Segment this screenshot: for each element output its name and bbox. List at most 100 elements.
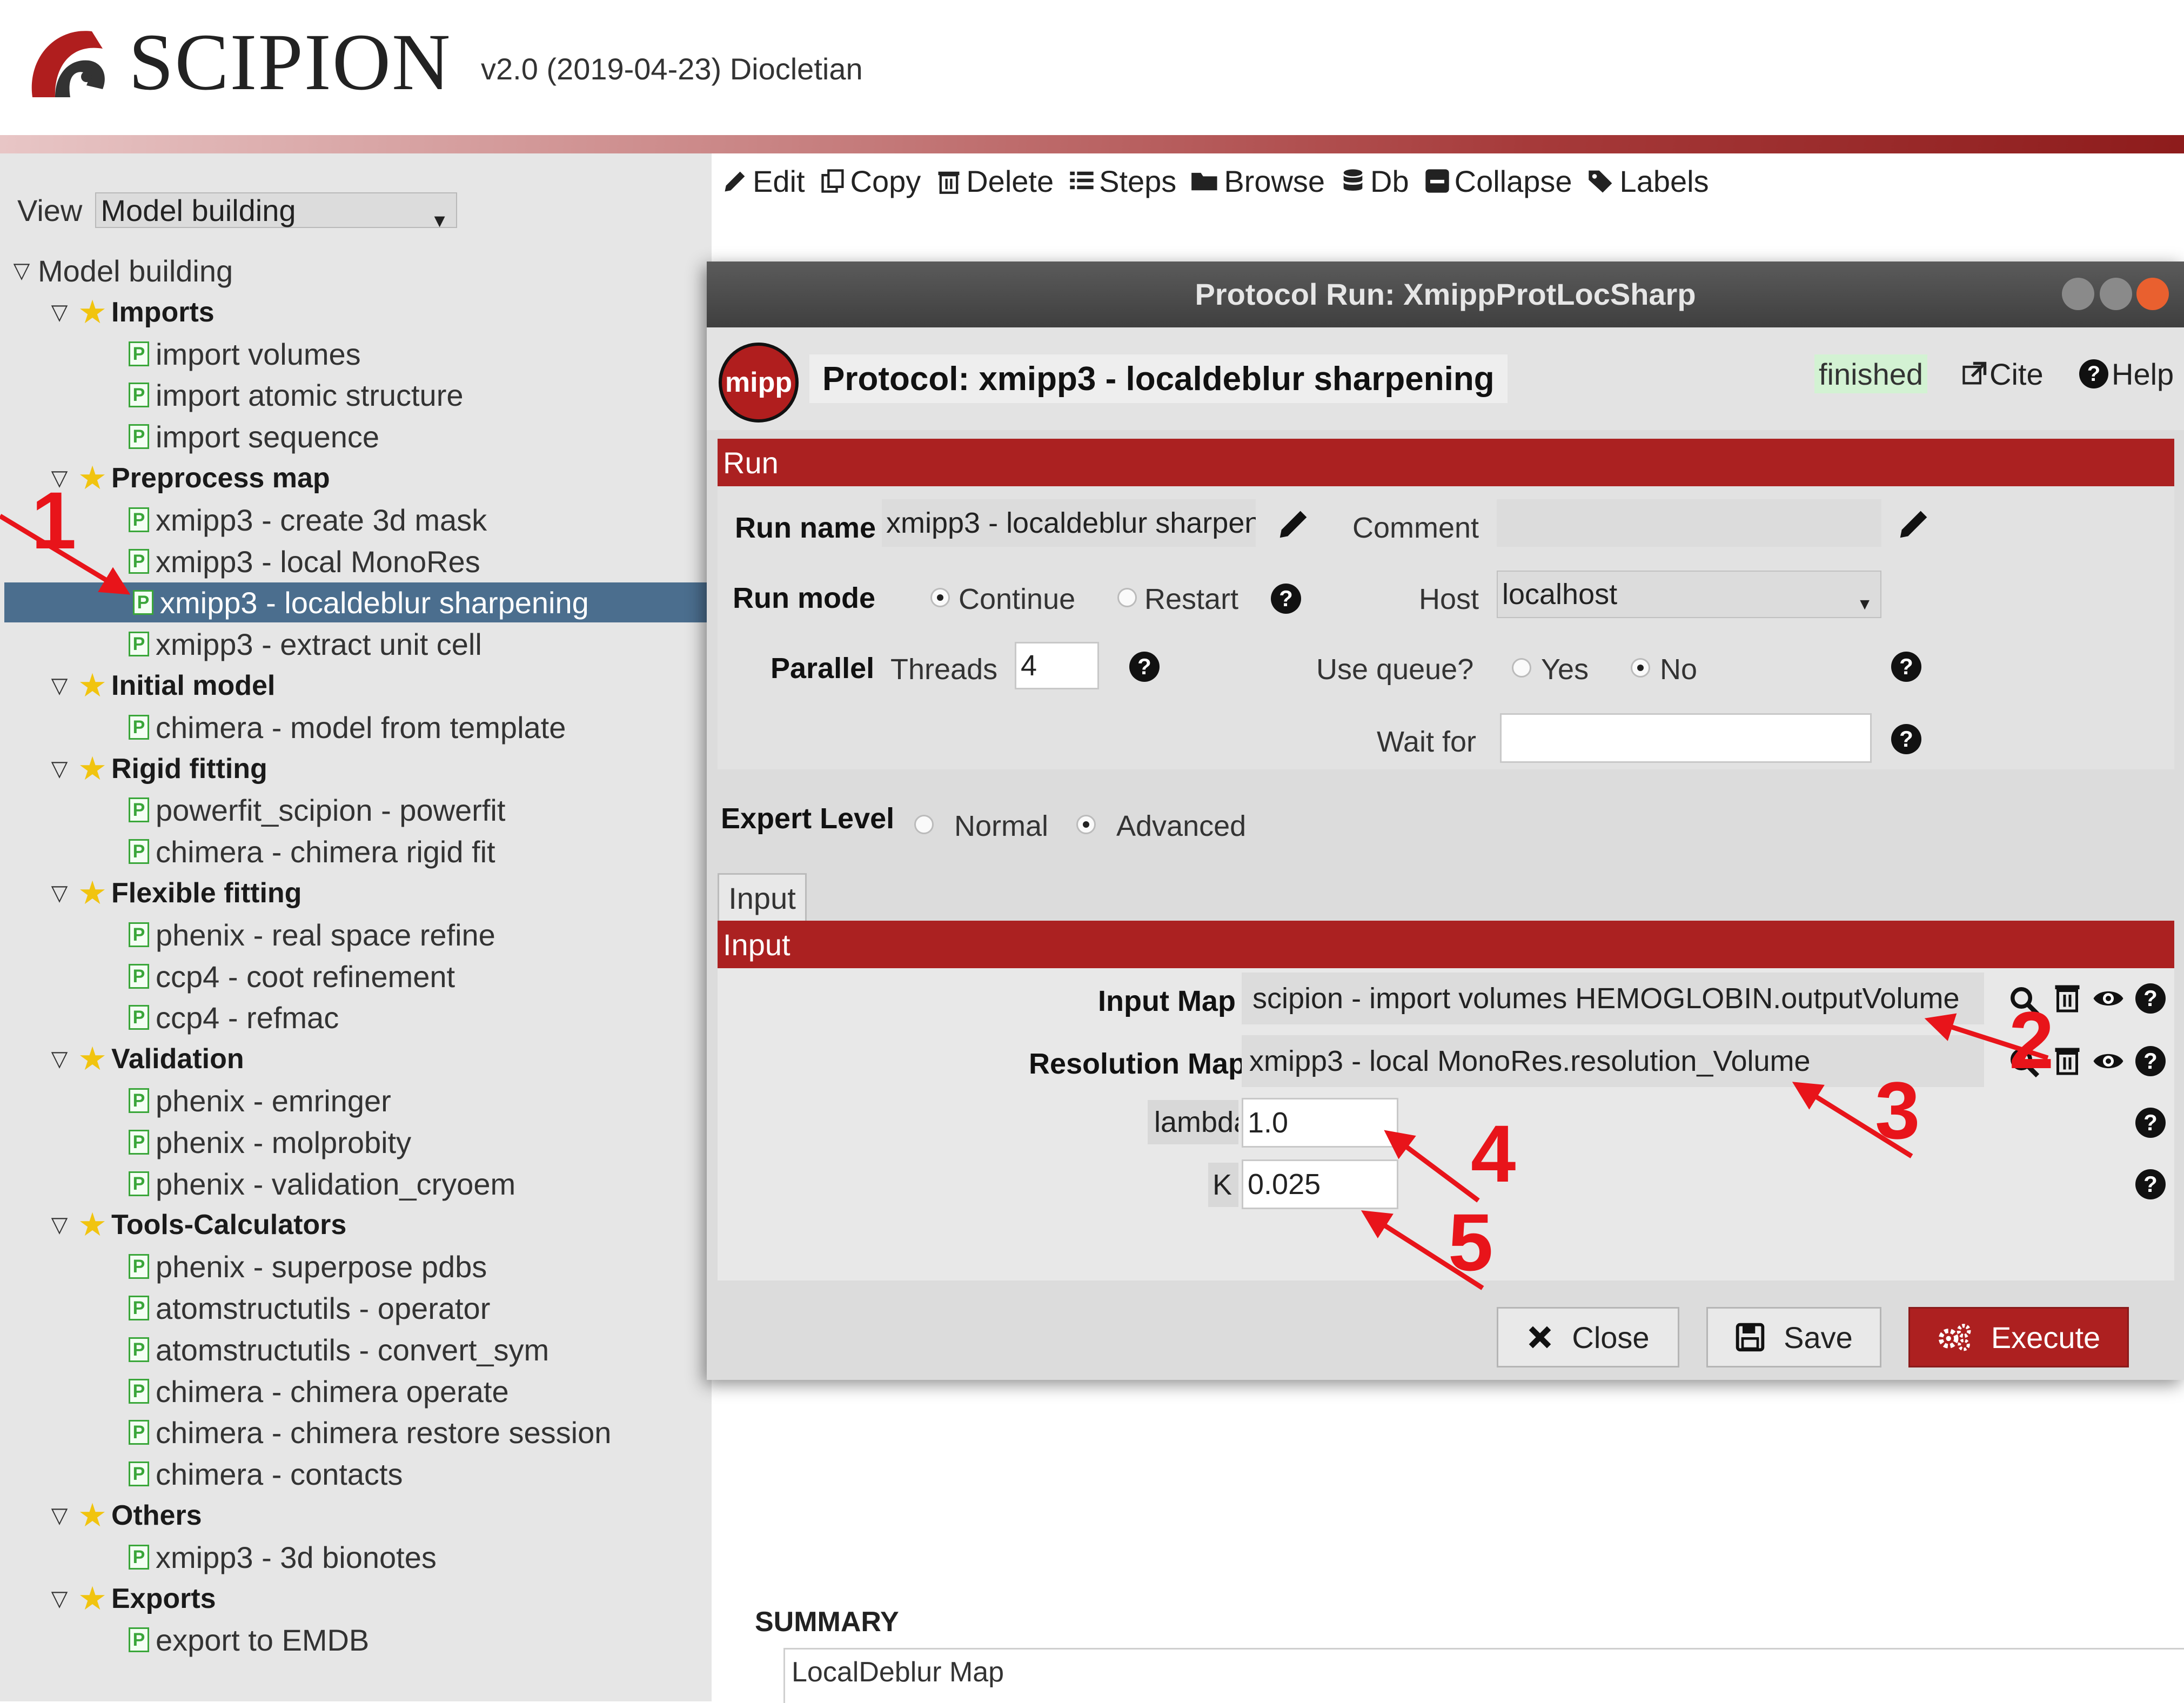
run-toolbar: Edit Copy Delete Steps Browse Db Collaps… <box>721 159 1723 203</box>
tree-item[interactable]: Pchimera - contacts <box>0 1454 702 1494</box>
chevron-down-icon[interactable]: ▽ <box>43 881 76 906</box>
collapse-button[interactable]: Collapse <box>1423 164 1572 199</box>
queue-no-label: No <box>1660 653 1698 686</box>
tree-category[interactable]: ▽ ★ Initial model <box>0 666 702 706</box>
edit-run-name-icon[interactable] <box>1275 505 1313 542</box>
tree-item[interactable]: Pccp4 - coot refinement <box>0 956 702 996</box>
db-button[interactable]: Db <box>1339 164 1409 199</box>
parallel-help-icon[interactable]: ? <box>1129 652 1160 682</box>
tree-item[interactable]: Pccp4 - refmac <box>0 997 702 1037</box>
eye-icon[interactable] <box>2092 1045 2125 1077</box>
comment-label: Comment <box>1352 512 1479 544</box>
save-button[interactable]: Save <box>1706 1307 1881 1367</box>
cite-link[interactable]: Cite <box>1959 354 2044 393</box>
dialog-titlebar[interactable]: Protocol Run: XmippProtLocSharp <box>707 262 2184 327</box>
tree-category[interactable]: ▽ ★ Rigid fitting <box>0 749 702 789</box>
edit-comment-icon[interactable] <box>1895 505 1933 542</box>
chevron-down-icon[interactable]: ▽ <box>43 756 76 781</box>
tree-item[interactable]: Pchimera - chimera restore session <box>0 1412 702 1452</box>
tree-item[interactable]: Pexport to EMDB <box>0 1620 702 1660</box>
labels-button[interactable]: Labels <box>1586 164 1709 199</box>
eye-icon[interactable] <box>2092 982 2125 1015</box>
lambda-help-icon[interactable]: ? <box>2135 1108 2166 1138</box>
run-name-field[interactable]: xmipp3 - localdeblur sharpenin <box>882 499 1256 547</box>
chevron-down-icon[interactable]: ▽ <box>43 1212 76 1237</box>
tree-item[interactable]: Pphenix - superpose pdbs <box>0 1246 702 1286</box>
tab-input[interactable]: Input <box>718 873 807 922</box>
tree-category[interactable]: ▽ ★ Imports <box>0 292 702 332</box>
tree-item[interactable]: Pphenix - emringer <box>0 1081 702 1121</box>
tree-item[interactable]: Pphenix - real space refine <box>0 915 702 955</box>
threads-input[interactable]: 4 <box>1015 642 1099 689</box>
run-mode-help-icon[interactable]: ? <box>1271 584 1301 614</box>
tree-item-label: xmipp3 - create 3d mask <box>156 502 487 537</box>
chevron-down-icon[interactable]: ▽ <box>43 1503 76 1528</box>
trash-icon[interactable] <box>2051 1044 2083 1076</box>
browse-button[interactable]: Browse <box>1190 164 1325 199</box>
edit-button[interactable]: Edit <box>721 164 805 199</box>
tree-item[interactable]: Pimport atomic structure <box>0 375 702 415</box>
tree-item[interactable]: Pchimera - chimera operate <box>0 1371 702 1411</box>
tree-category[interactable]: ▽ ★ Validation <box>0 1039 702 1079</box>
wait-for-help-icon[interactable]: ? <box>1891 724 1921 754</box>
tree-item[interactable]: Pchimera - model from template <box>0 707 702 747</box>
chevron-down-icon[interactable]: ▽ <box>43 300 76 325</box>
run-mode-restart-radio[interactable] <box>1117 588 1137 607</box>
chevron-down-icon[interactable]: ▽ <box>43 673 76 698</box>
tree-item[interactable]: Pimport volumes <box>0 334 702 374</box>
tree-category[interactable]: ▽ ★ Flexible fitting <box>0 873 702 913</box>
view-select[interactable]: Model building ▼ <box>95 192 458 231</box>
comment-field[interactable] <box>1497 499 1881 547</box>
tree-item[interactable]: Pxmipp3 - create 3d mask <box>0 500 702 540</box>
tree-item[interactable]: Pxmipp3 - local MonoRes <box>0 541 702 581</box>
tree-item-label: import atomic structure <box>156 378 464 412</box>
lambda-input[interactable]: 1.0 <box>1242 1098 1398 1148</box>
close-button[interactable]: Close <box>1497 1307 1679 1367</box>
copy-button[interactable]: Copy <box>819 164 921 199</box>
tree-item[interactable]: Pxmipp3 - extract unit cell <box>0 624 702 664</box>
protocol-icon: P <box>129 1420 149 1445</box>
tree-category[interactable]: ▽ ★ Exports <box>0 1579 702 1619</box>
k-help-icon[interactable]: ? <box>2135 1169 2166 1199</box>
input-map-help-icon[interactable]: ? <box>2135 983 2166 1014</box>
input-map-field[interactable]: scipion - import volumes HEMOGLOBIN.outp… <box>1242 973 1984 1024</box>
trash-icon[interactable] <box>2051 981 2083 1014</box>
delete-button[interactable]: Delete <box>935 164 1054 199</box>
maximize-window-icon[interactable] <box>2100 278 2132 310</box>
help-link[interactable]: ? Help <box>2079 354 2174 393</box>
tree-item[interactable]: Pphenix - molprobity <box>0 1122 702 1162</box>
execute-button[interactable]: Execute <box>1908 1307 2129 1367</box>
tree-item[interactable]: Ppowerfit_scipion - powerfit <box>0 790 702 830</box>
k-input[interactable]: 0.025 <box>1242 1159 1398 1209</box>
close-window-icon[interactable] <box>2136 278 2169 310</box>
queue-help-icon[interactable]: ? <box>1891 652 1921 682</box>
steps-button[interactable]: Steps <box>1068 164 1176 199</box>
tree-category[interactable]: ▽ ★ Others <box>0 1496 702 1536</box>
tree-item[interactable]: Patomstructutils - operator <box>0 1288 702 1328</box>
tree-category[interactable]: ▽ ★ Preprocess map <box>0 458 702 498</box>
queue-no-radio[interactable] <box>1631 658 1650 678</box>
expert-advanced-radio[interactable] <box>1076 815 1096 834</box>
tree-category[interactable]: ▽ ★ Tools-Calculators <box>0 1205 702 1245</box>
tree-item[interactable]: Pchimera - chimera rigid fit <box>0 832 702 871</box>
wait-for-input[interactable] <box>1500 713 1872 763</box>
tree-root[interactable]: ▽ Model building <box>0 251 702 291</box>
chevron-down-icon[interactable]: ▽ <box>43 1047 76 1071</box>
tree-item[interactable]: Pimport sequence <box>0 417 702 457</box>
minimize-window-icon[interactable] <box>2062 278 2094 310</box>
chevron-down-icon[interactable]: ▽ <box>43 1586 76 1611</box>
run-section-header: Run <box>718 439 2174 486</box>
queue-yes-radio[interactable] <box>1512 658 1531 678</box>
host-select[interactable]: localhost ▼ <box>1497 571 1881 618</box>
protocol-icon: P <box>129 922 149 947</box>
expert-normal-radio[interactable] <box>914 815 934 834</box>
tree-item[interactable]: Pxmipp3 - 3d bionotes <box>0 1537 702 1577</box>
tree-item-label: chimera - chimera restore session <box>156 1415 612 1450</box>
tree-item[interactable]: Pphenix - validation_cryoem <box>0 1164 702 1204</box>
resolution-map-help-icon[interactable]: ? <box>2135 1046 2166 1076</box>
run-mode-continue-radio[interactable] <box>930 588 950 607</box>
chevron-down-icon[interactable]: ▽ <box>5 258 38 283</box>
tree-item[interactable]: Patomstructutils - convert_sym <box>0 1330 702 1370</box>
resolution-map-field[interactable]: xmipp3 - local MonoRes.resolution_Volume <box>1242 1035 1984 1087</box>
input-map-label: Input Map <box>1098 985 1236 1017</box>
